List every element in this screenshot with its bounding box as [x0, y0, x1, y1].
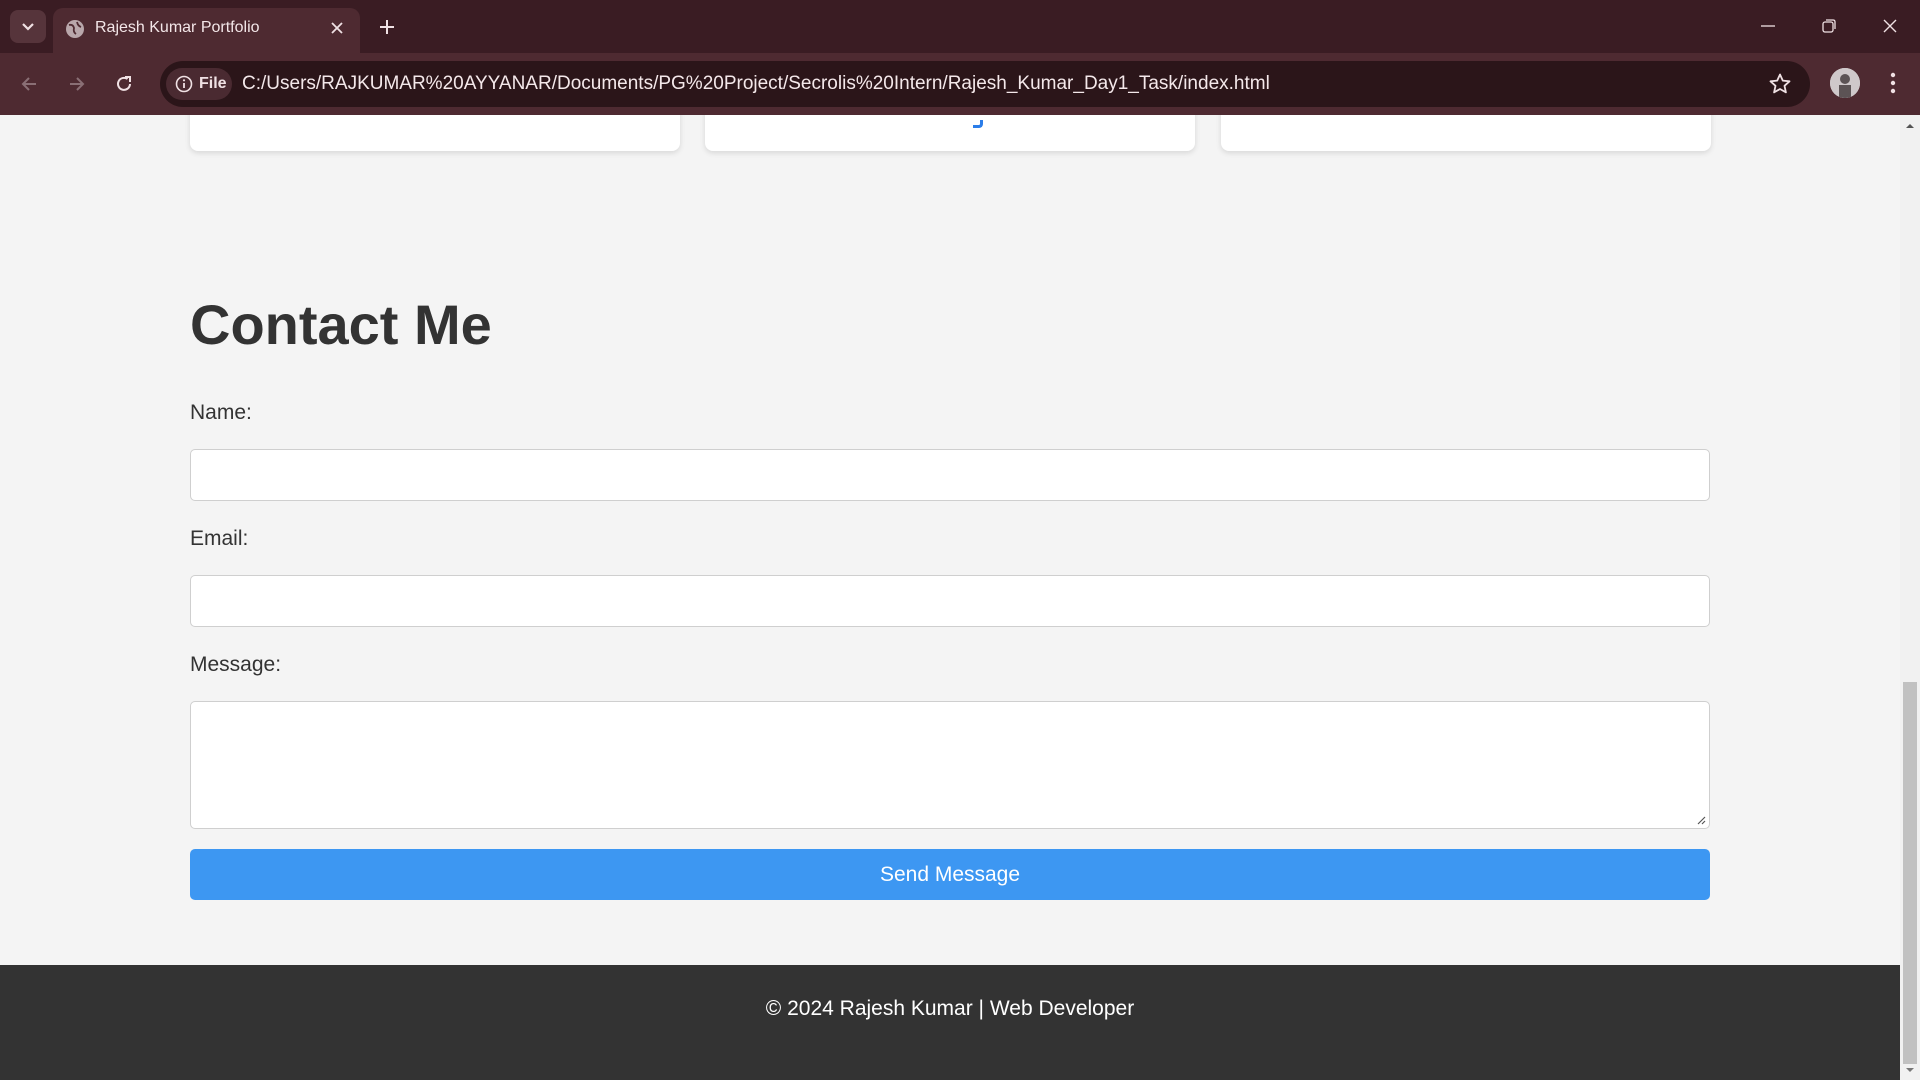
email-label: Email: [190, 527, 249, 550]
send-message-button[interactable]: Send Message [190, 849, 1710, 900]
restore-icon [1822, 19, 1836, 33]
resize-handle-icon[interactable] [1696, 815, 1706, 825]
info-icon [175, 75, 193, 93]
browser-tab-active[interactable]: Rajesh Kumar Portfolio [53, 8, 360, 53]
tab-search-button[interactable] [10, 10, 46, 43]
forward-button[interactable] [60, 67, 94, 101]
page-viewport: Contact Me Name: Email: Message: Send Me… [0, 115, 1920, 1080]
tab-title: Rajesh Kumar Portfolio [95, 19, 260, 36]
minimize-icon [1761, 25, 1775, 27]
project-card [190, 115, 680, 151]
minimize-button[interactable] [1746, 10, 1790, 42]
contact-heading: Contact Me [190, 293, 492, 356]
reload-button[interactable] [107, 67, 141, 101]
page-footer: © 2024 Rajesh Kumar | Web Developer [0, 965, 1900, 1080]
tab-list-icon [22, 22, 34, 31]
forward-arrow-icon [70, 77, 85, 91]
close-window-button[interactable] [1868, 10, 1912, 42]
project-card [1221, 115, 1711, 151]
reload-icon [117, 76, 131, 91]
restore-button[interactable] [1807, 10, 1851, 42]
footer-copyright: © 2024 Rajesh Kumar | Web Developer [765, 997, 1135, 1020]
browser-toolbar: File C:/Users/RAJKUMAR%20AYYANAR/Documen… [0, 53, 1920, 115]
profile-icon [1830, 68, 1860, 98]
browser-menu-button[interactable] [1882, 68, 1904, 98]
address-bar[interactable]: File C:/Users/RAJKUMAR%20AYYANAR/Documen… [160, 61, 1810, 107]
page-scrollbar[interactable] [1900, 115, 1920, 1080]
close-icon [331, 22, 343, 34]
message-label: Message: [190, 653, 282, 676]
message-textarea[interactable] [190, 701, 1710, 829]
url-text[interactable]: C:/Users/RAJKUMAR%20AYYANAR/Documents/PG… [242, 73, 1270, 95]
plus-icon [380, 20, 394, 34]
project-link[interactable] [973, 120, 983, 128]
name-input[interactable] [190, 449, 1710, 501]
globe-icon [66, 20, 84, 38]
close-icon [1883, 19, 1897, 33]
close-tab-button[interactable] [324, 15, 350, 41]
star-icon[interactable] [1768, 72, 1792, 96]
browser-tabstrip: Rajesh Kumar Portfolio [0, 0, 1920, 53]
profile-avatar[interactable] [1830, 68, 1860, 98]
new-tab-button[interactable] [372, 12, 402, 42]
site-info-label: File [199, 75, 227, 92]
project-card [705, 115, 1195, 151]
scroll-down-arrow-icon[interactable] [1905, 1065, 1915, 1075]
scroll-up-arrow-icon[interactable] [1905, 121, 1915, 131]
more-icon [1890, 72, 1896, 94]
back-button[interactable] [12, 67, 46, 101]
back-arrow-icon [21, 77, 36, 91]
site-info-chip[interactable]: File [166, 68, 232, 100]
name-label: Name: [190, 401, 252, 424]
email-input[interactable] [190, 575, 1710, 627]
scrollbar-thumb[interactable] [1903, 682, 1917, 1064]
